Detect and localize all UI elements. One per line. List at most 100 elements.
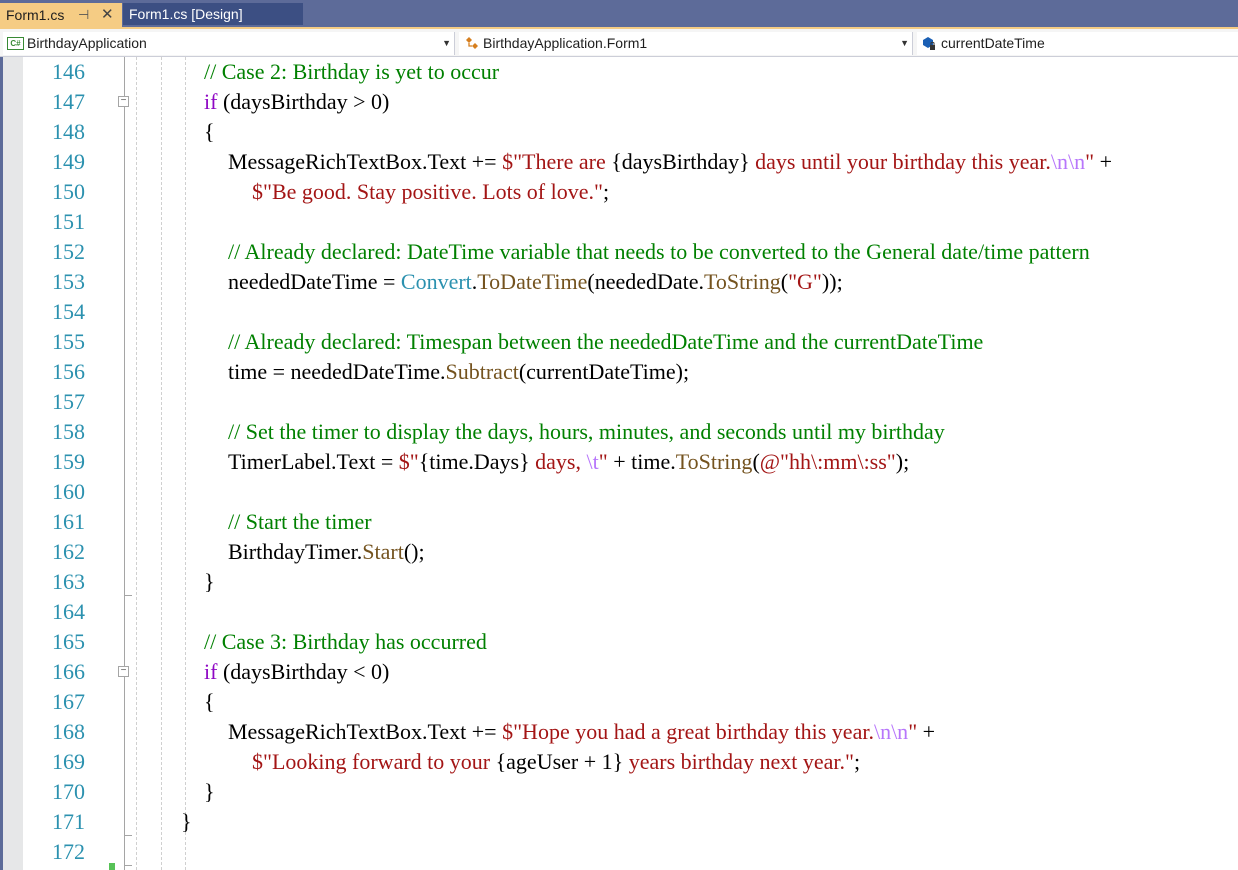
line-number: 166 [52,659,85,684]
code-token: ToString [704,269,781,294]
pin-icon[interactable]: ⊣ [78,3,89,27]
code-token: ToDateTime [477,269,588,294]
line-number: 162 [52,539,85,564]
code-line[interactable]: 166 − if (daysBirthday < 0) [0,657,1238,687]
code-line[interactable]: 156 time = neededDateTime.Subtract(curren… [0,357,1238,387]
code-token: " [598,449,608,474]
code-token: (daysBirthday > 0) [217,89,390,114]
code-token: Convert [400,269,472,294]
code-line[interactable]: 172 [0,837,1238,867]
chevron-down-icon[interactable]: ▼ [900,32,909,55]
line-number: 167 [52,689,85,714]
code-editor[interactable]: 146// Case 2: Birthday is yet to occur 14… [0,57,1238,870]
tab-form1-design[interactable]: Form1.cs [Design] [123,3,303,25]
code-line[interactable]: 171} [0,807,1238,837]
code-text: // Case 2: Birthday is yet to occur [204,57,499,87]
line-number: 171 [52,809,85,834]
code-text: // Already declared: DateTime variable t… [228,237,1090,267]
code-line[interactable]: 150 $"Be good. Stay positive. Lots of lov… [0,177,1238,207]
code-line[interactable]: 165 // Case 3: Birthday has occurred [0,627,1238,657]
line-number: 160 [52,479,85,504]
code-line[interactable]: 167 { [0,687,1238,717]
code-line[interactable]: 159 TimerLabel.Text = $"{time.Days} days,… [0,447,1238,477]
close-icon[interactable]: ✕ [101,3,114,27]
code-token: ( [752,449,760,474]
code-text: if (daysBirthday > 0) [204,87,389,117]
code-token: TimerLabel.Text = [228,449,399,474]
line-number: 168 [52,719,85,744]
code-token: $"Looking forward to your [252,749,496,774]
member-label: currentDateTime [941,35,1045,51]
code-token: $"Hope you had a great birthday this yea… [502,719,874,744]
outline-end-tick [124,835,132,836]
code-text: time = neededDateTime.Subtract(currentDa… [228,357,689,387]
line-number: 150 [52,179,85,204]
code-token: (currentDateTime); [518,359,690,384]
code-token: Subtract [445,359,519,384]
code-line[interactable]: 149 MessageRichTextBox.Text += $"There ar… [0,147,1238,177]
code-line[interactable]: 169 $"Looking forward to your {ageUser + … [0,747,1238,777]
code-token: (); [403,539,425,564]
class-dropdown[interactable]: BirthdayApplication.Form1 ▼ [459,32,913,55]
code-line[interactable]: 148 { [0,117,1238,147]
code-text: MessageRichTextBox.Text += $"There are {… [228,147,1112,177]
code-line[interactable]: 168 MessageRichTextBox.Text += $"Hope you… [0,717,1238,747]
line-number: 163 [52,569,85,594]
code-line[interactable]: 157 [0,387,1238,417]
code-token: $"Be good. Stay positive. Lots of love." [252,179,603,204]
line-number: 157 [52,389,85,414]
code-line[interactable]: 170} [0,777,1238,807]
code-text: TimerLabel.Text = $"{time.Days} days, \t… [228,447,909,477]
code-line[interactable]: 154 [0,297,1238,327]
code-token: MessageRichTextBox.Text += [228,719,503,744]
code-token: @"hh\:mm\:ss" [759,449,896,474]
code-token: // Already declared: DateTime variable t… [228,239,1090,264]
code-token: // Set the timer to display the days, ho… [228,419,945,444]
code-line[interactable]: 164 [0,597,1238,627]
code-token: ); [895,449,910,474]
project-dropdown[interactable]: C# BirthdayApplication ▼ [3,32,455,55]
collapse-icon[interactable]: − [118,96,129,107]
code-line[interactable]: 155 // Already declared: Timespan between… [0,327,1238,357]
line-number: 155 [52,329,85,354]
class-label: BirthdayApplication.Form1 [483,35,648,51]
line-number: 165 [52,629,85,654]
code-line[interactable]: 158 // Set the timer to display the days,… [0,417,1238,447]
code-token: time = neededDateTime. [228,359,446,384]
code-line[interactable]: 152 // Already declared: DateTime variabl… [0,237,1238,267]
code-token: \t [586,449,599,474]
code-line[interactable]: 163} [0,567,1238,597]
collapse-icon[interactable]: − [118,666,129,677]
member-dropdown[interactable]: currentDateTime [917,32,1238,55]
line-number: 170 [52,779,85,804]
code-token: // Already declared: Timespan between th… [228,329,984,354]
line-number: 147 [52,89,85,114]
code-token: } [181,809,192,834]
code-token: {daysBirthday} [611,149,750,174]
code-text: $"Looking forward to your {ageUser + 1} … [252,747,860,777]
code-token: $" [398,449,419,474]
code-token: + time. [607,449,676,474]
code-text: // Set the timer to display the days, ho… [228,417,945,447]
code-token: // Case 2: Birthday is yet to occur [204,59,500,84]
code-text: BirthdayTimer.Start(); [228,537,425,567]
code-line[interactable]: 151 [0,207,1238,237]
code-token: if [204,659,218,684]
document-tab-bar: Form1.cs ⊣ ✕ Form1.cs [Design] [0,0,1238,27]
chevron-down-icon[interactable]: ▼ [442,32,451,55]
tab-form1-cs[interactable]: Form1.cs ⊣ ✕ [0,3,122,27]
code-text: { [204,687,215,717]
line-number: 161 [52,509,85,534]
code-line[interactable]: 146 // Case 2: Birthday is yet to occur [0,57,1238,87]
code-line[interactable]: 161 // Start the timer [0,507,1238,537]
code-line[interactable]: 160 [0,477,1238,507]
code-line[interactable]: 153 neededDateTime = Convert.ToDateTime(n… [0,267,1238,297]
code-token: + [1094,149,1113,174]
code-token: "G" [788,269,822,294]
code-token: " [908,719,918,744]
line-number: 152 [52,239,85,264]
tab-label: Form1.cs [6,7,65,23]
code-line[interactable]: 162 BirthdayTimer.Start(); [0,537,1238,567]
code-text: if (daysBirthday < 0) [204,657,389,687]
code-line[interactable]: 147 − if (daysBirthday > 0) [0,87,1238,117]
